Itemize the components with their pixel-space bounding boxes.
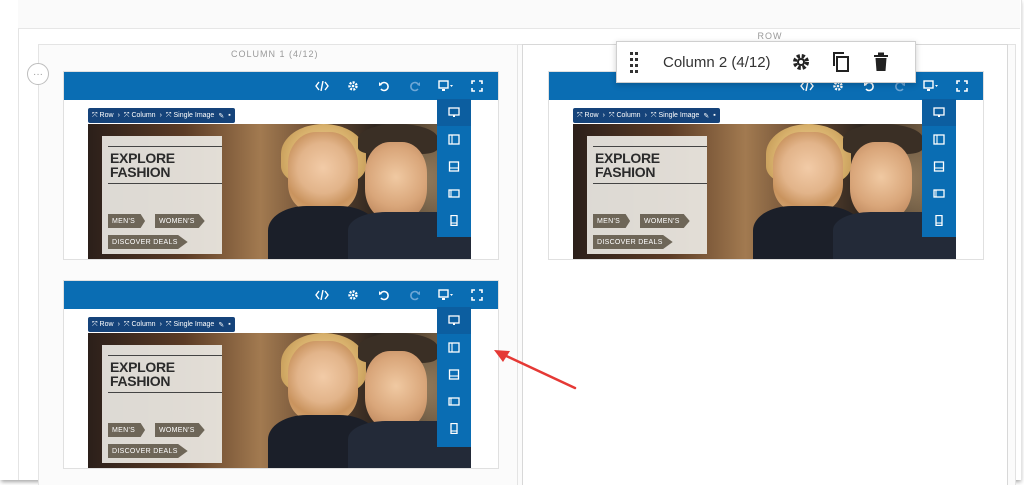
desktop-icon[interactable] <box>437 99 471 126</box>
fullscreen-icon[interactable] <box>946 72 977 100</box>
responsive-menu <box>437 99 471 237</box>
promo-panel: EXPLORE FASHION MEN'S WOMEN'S DISCOVER D… <box>102 136 222 254</box>
gear-icon <box>792 54 809 70</box>
column-toolbar-label: Column 2 (4/12) <box>663 53 771 71</box>
edit-icon[interactable]: ✎ <box>218 112 224 120</box>
promo-panel: EXPLORE FASHION MEN'S WOMEN'S DISCOVER D… <box>587 136 707 254</box>
promo-title: EXPLORE FASHION <box>108 355 222 393</box>
breadcrumb-element[interactable]: ⤧ Single Image <box>166 112 214 120</box>
man-face <box>365 351 427 429</box>
column-copy-button[interactable] <box>821 42 861 82</box>
breadcrumb-row[interactable]: ⤧ Row <box>577 112 599 120</box>
tablet-landscape-icon[interactable] <box>437 334 471 361</box>
breadcrumb: ⤧ Row › ⤧ Column › ⤧ Single Image ✎ ▪ <box>88 317 235 332</box>
column-delete-button[interactable] <box>861 42 901 82</box>
trash-icon[interactable]: ▪ <box>713 112 715 119</box>
annotation-arrow <box>494 350 577 390</box>
gear-icon[interactable] <box>337 72 368 100</box>
mens-chip[interactable]: MEN'S <box>593 214 631 228</box>
responsive-menu <box>922 99 956 237</box>
tablet-landscape-icon[interactable] <box>922 126 956 153</box>
woman-face <box>288 132 358 212</box>
promo-panel: EXPLORE FASHION MEN'S WOMEN'S DISCOVER D… <box>102 345 222 463</box>
tablet-landscape-icon[interactable] <box>437 126 471 153</box>
single-image-widget[interactable]: ⤧ Row › ⤧ Column › ⤧ Single Image ✎ ▪ EX… <box>63 71 499 260</box>
breadcrumb: ⤧ Row › ⤧ Column › ⤧ Single Image ✎ ▪ <box>573 108 720 123</box>
breadcrumb-row[interactable]: ⤧ Row <box>92 321 114 329</box>
womens-chip[interactable]: WOMEN'S <box>640 214 690 228</box>
trash-icon[interactable]: ▪ <box>228 112 230 119</box>
single-image-widget[interactable]: ⤧ Row › ⤧ Column › ⤧ Single Image ✎ ▪ EX… <box>63 280 499 469</box>
responsive-icon[interactable] <box>915 72 946 100</box>
column-toolbar: Column 2 (4/12) <box>616 41 916 83</box>
woman-face <box>288 341 358 421</box>
deals-chip[interactable]: DISCOVER DEALS <box>108 235 188 249</box>
responsive-icon[interactable] <box>430 72 461 100</box>
column-more-button[interactable]: ··· <box>27 63 49 85</box>
fullscreen-icon[interactable] <box>461 72 492 100</box>
womens-chip[interactable]: WOMEN'S <box>155 423 205 437</box>
breadcrumb-element[interactable]: ⤧ Single Image <box>651 112 699 120</box>
breadcrumb-column[interactable]: ⤧ Column <box>124 112 156 120</box>
fashion-banner-image[interactable]: EXPLORE FASHION MEN'S WOMEN'S DISCOVER D… <box>88 124 471 259</box>
fashion-banner-image[interactable]: EXPLORE FASHION MEN'S WOMEN'S DISCOVER D… <box>88 333 471 468</box>
mobile-landscape-icon[interactable] <box>922 180 956 207</box>
edit-icon[interactable]: ✎ <box>218 321 224 329</box>
mobile-portrait-icon[interactable] <box>437 415 471 442</box>
row-label: ROW <box>757 31 783 41</box>
undo-icon[interactable] <box>368 281 399 309</box>
mens-chip[interactable]: MEN'S <box>108 423 146 437</box>
tablet-portrait-icon[interactable] <box>922 153 956 180</box>
more-icon: ··· <box>33 68 43 80</box>
trash-icon[interactable]: ▪ <box>228 321 230 328</box>
promo-title: EXPLORE FASHION <box>108 146 222 184</box>
breadcrumb-row[interactable]: ⤧ Row <box>92 112 114 120</box>
woman-face <box>773 132 843 212</box>
redo-icon[interactable] <box>399 281 430 309</box>
fashion-banner-image[interactable]: EXPLORE FASHION MEN'S WOMEN'S DISCOVER D… <box>573 124 956 259</box>
womens-chip[interactable]: WOMEN'S <box>155 214 205 228</box>
breadcrumb: ⤧ Row › ⤧ Column › ⤧ Single Image ✎ ▪ <box>88 108 235 123</box>
column-1-label: COLUMN 1 (4/12) <box>231 49 319 59</box>
mobile-portrait-icon[interactable] <box>922 207 956 234</box>
copy-icon <box>832 52 849 72</box>
desktop-icon[interactable] <box>922 99 956 126</box>
mobile-portrait-icon[interactable] <box>437 207 471 234</box>
top-strip <box>18 0 1020 29</box>
gear-icon[interactable] <box>337 281 368 309</box>
mobile-landscape-icon[interactable] <box>437 180 471 207</box>
element-toolbar <box>64 281 498 309</box>
deals-chip[interactable]: DISCOVER DEALS <box>593 235 673 249</box>
single-image-widget[interactable]: ⤧ Row › ⤧ Column › ⤧ Single Image ✎ ▪ EX… <box>548 71 984 260</box>
column-settings-button[interactable] <box>781 42 821 82</box>
responsive-menu <box>437 307 471 447</box>
responsive-icon[interactable] <box>430 281 461 309</box>
tablet-portrait-icon[interactable] <box>437 361 471 388</box>
desktop-icon[interactable] <box>437 307 471 334</box>
drag-handle-icon[interactable] <box>617 42 651 82</box>
mobile-landscape-icon[interactable] <box>437 388 471 415</box>
breadcrumb-column[interactable]: ⤧ Column <box>609 112 641 120</box>
promo-title: EXPLORE FASHION <box>593 146 707 184</box>
mens-chip[interactable]: MEN'S <box>108 214 146 228</box>
deals-chip[interactable]: DISCOVER DEALS <box>108 444 188 458</box>
breadcrumb-element[interactable]: ⤧ Single Image <box>166 321 214 329</box>
breadcrumb-column[interactable]: ⤧ Column <box>124 321 156 329</box>
fullscreen-icon[interactable] <box>461 281 492 309</box>
redo-icon[interactable] <box>399 72 430 100</box>
undo-icon[interactable] <box>368 72 399 100</box>
trash-icon <box>873 52 888 71</box>
man-face <box>850 142 912 220</box>
tablet-portrait-icon[interactable] <box>437 153 471 180</box>
code-icon[interactable] <box>306 72 337 100</box>
code-icon[interactable] <box>306 281 337 309</box>
element-toolbar <box>64 72 498 100</box>
edit-icon[interactable]: ✎ <box>703 112 709 120</box>
man-face <box>365 142 427 220</box>
